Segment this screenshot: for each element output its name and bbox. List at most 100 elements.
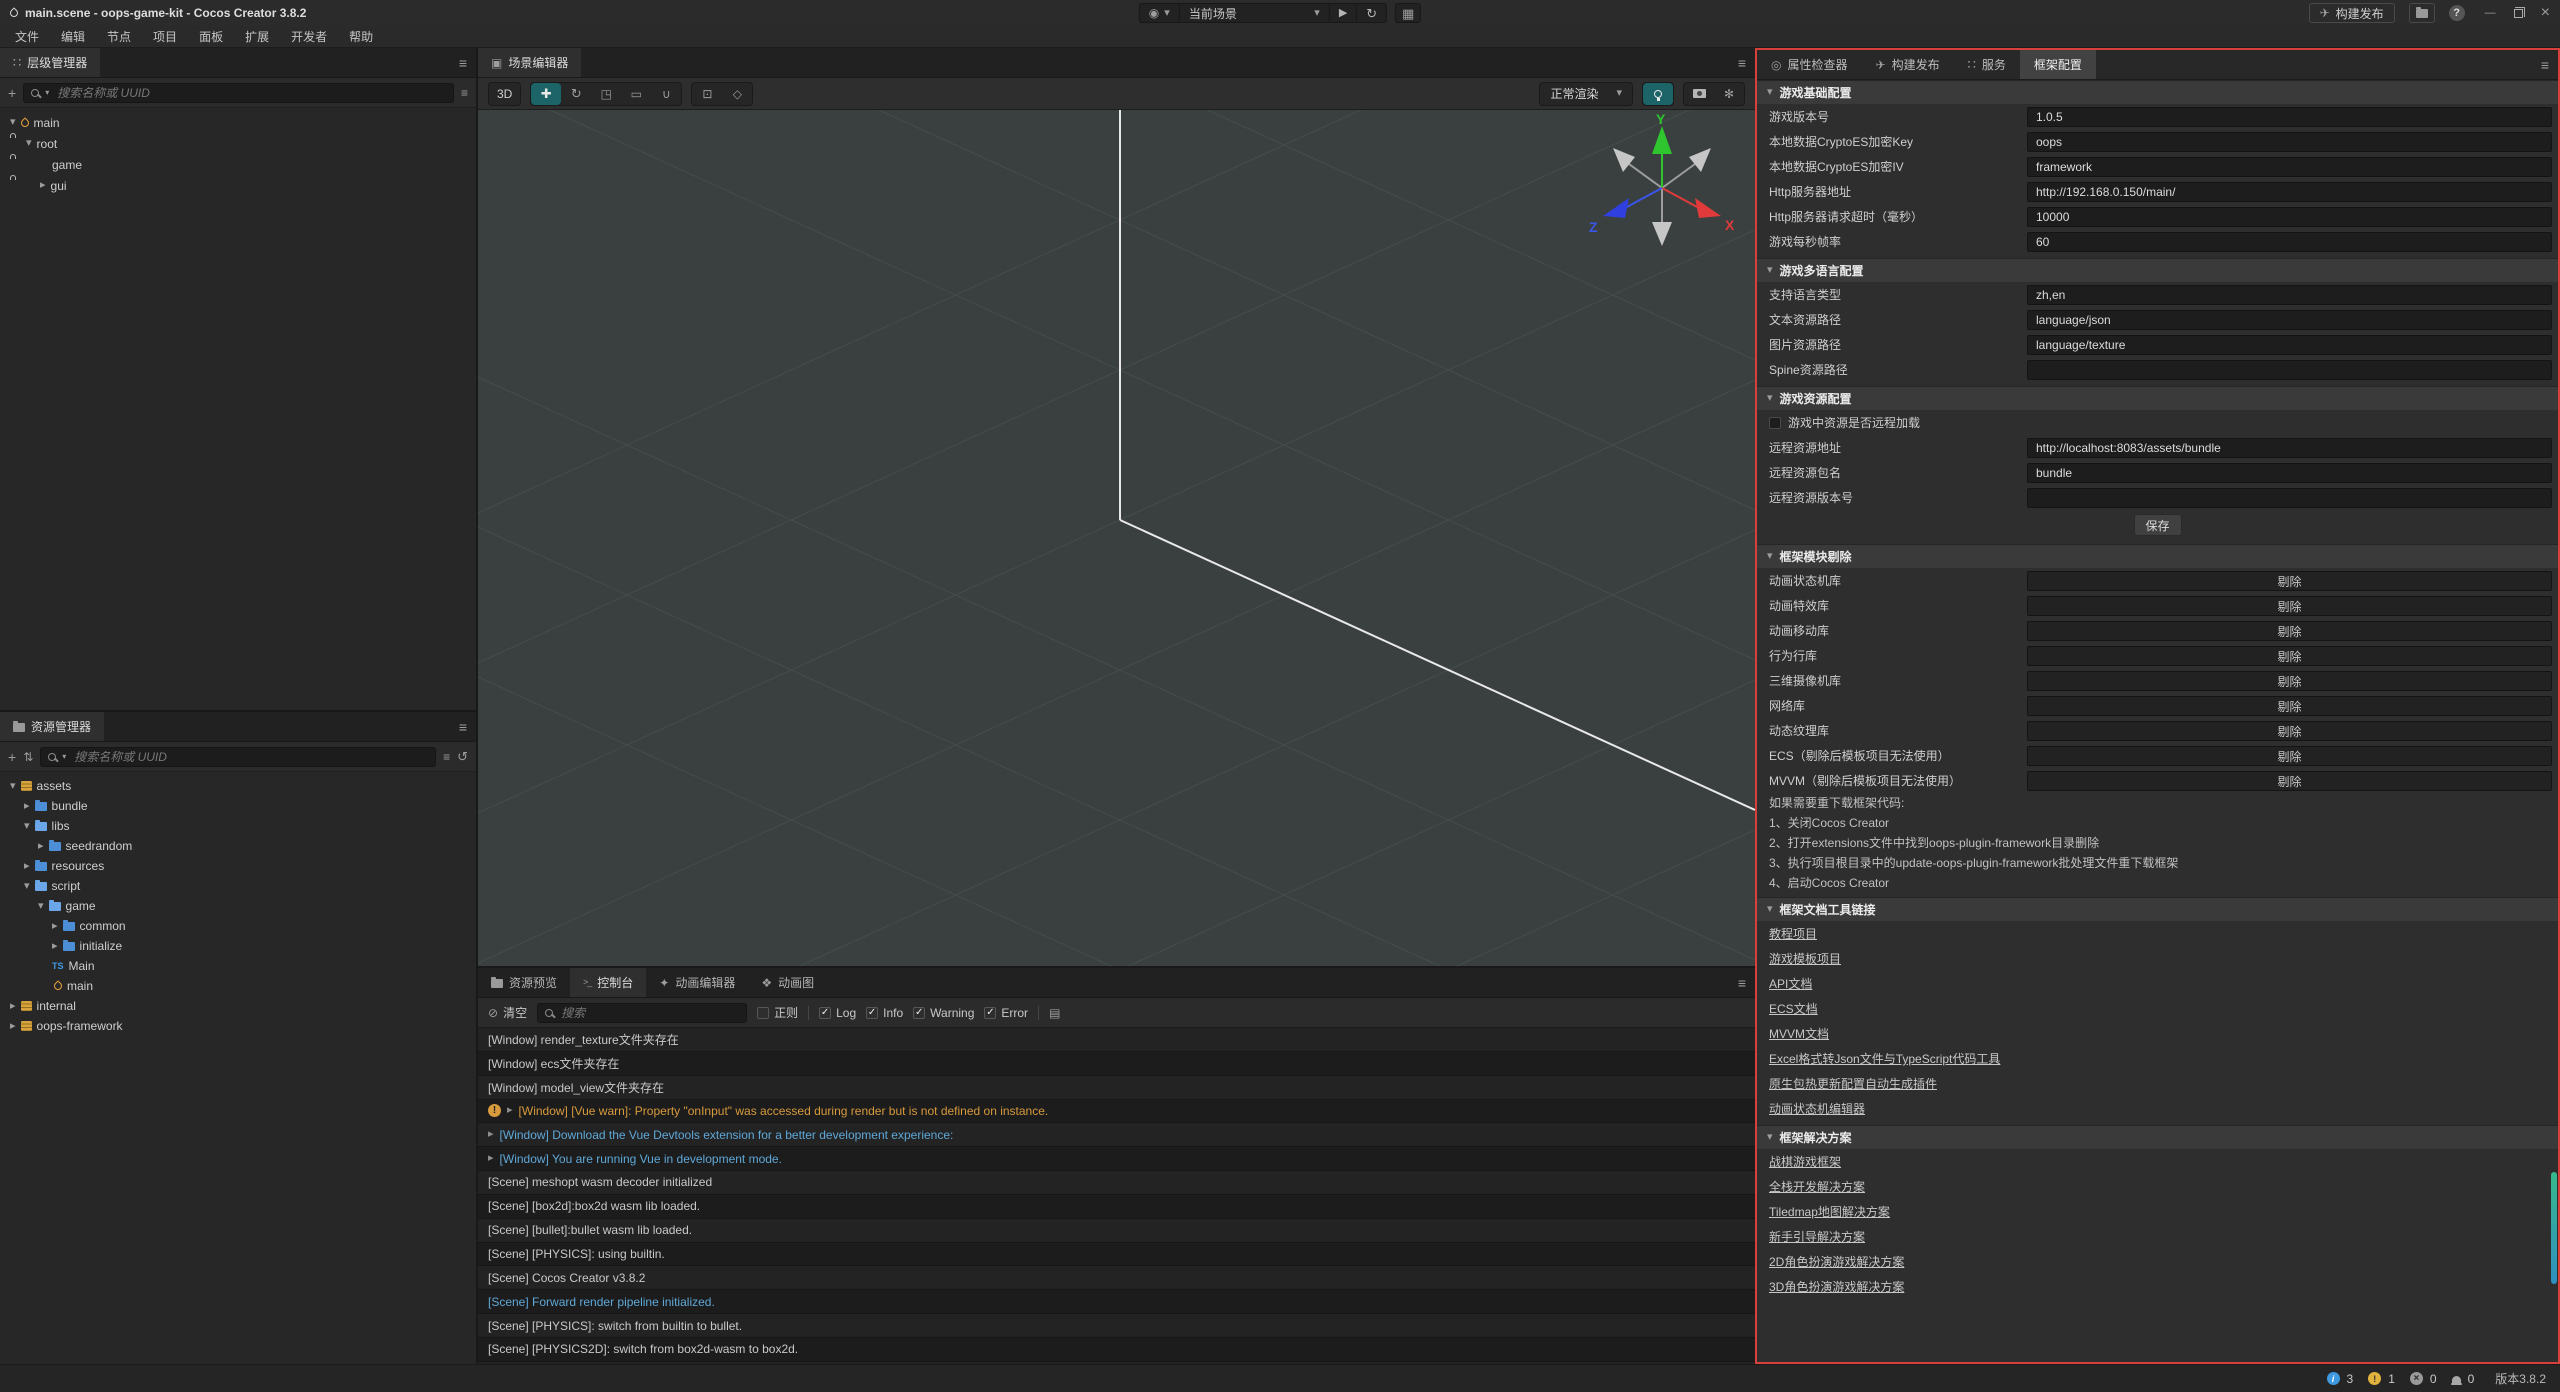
help-button[interactable]: [2449, 5, 2465, 21]
asset-item-resources[interactable]: resources: [0, 856, 476, 876]
field-input-crypto-iv[interactable]: [2027, 157, 2552, 177]
rect-tool-button[interactable]: [621, 83, 651, 105]
expand-caret-icon[interactable]: [507, 1105, 513, 1116]
hierarchy-search-input[interactable]: [23, 83, 454, 103]
axis-gizmo[interactable]: Y X Z: [1577, 110, 1747, 260]
field-input-fps[interactable]: [2027, 232, 2552, 252]
field-input-http-server[interactable]: [2027, 182, 2552, 202]
log-row-warning[interactable]: [Window] [Vue warn]: Property "onInput" …: [478, 1100, 1755, 1124]
filter-info-checkbox[interactable]: Info: [866, 1006, 903, 1020]
log-row[interactable]: [Scene] [box2d]:box2d wasm lib loaded.: [478, 1195, 1755, 1219]
remove-camera-button[interactable]: 剔除: [2027, 671, 2552, 691]
log-row[interactable]: [Window] ecs文件夹存在: [478, 1052, 1755, 1076]
link-ecs-docs[interactable]: ECS文档: [1769, 1000, 1818, 1017]
link-guide-solution[interactable]: 新手引导解决方案: [1769, 1228, 1865, 1245]
tab-property-inspector[interactable]: 属性检查器: [1757, 50, 1862, 79]
hierarchy-node-root[interactable]: root: [0, 133, 476, 154]
link-2d-rpg-solution[interactable]: 2D角色扮演游戏解决方案: [1769, 1253, 1904, 1270]
assets-search-input[interactable]: [40, 747, 436, 767]
bell-icon[interactable]: [2452, 1376, 2461, 1383]
log-row[interactable]: [Scene] [bullet]:bullet wasm lib loaded.: [478, 1219, 1755, 1243]
clear-console-button[interactable]: 清空: [488, 1004, 527, 1021]
tab-animation-graph[interactable]: 动画图: [748, 968, 827, 997]
log-row[interactable]: [Window] model_view文件夹存在: [478, 1076, 1755, 1100]
scene-panel-menu-icon[interactable]: [1738, 56, 1746, 70]
log-row[interactable]: [Scene] [PHYSICS]: switch from builtin t…: [478, 1314, 1755, 1338]
menu-file[interactable]: 文件: [4, 28, 50, 45]
menu-extension[interactable]: 扩展: [234, 28, 280, 45]
warning-count-icon[interactable]: [2368, 1372, 2381, 1385]
tab-framework-config[interactable]: 框架配置: [2020, 50, 2096, 79]
asset-item-main-scene[interactable]: main: [0, 976, 476, 996]
assets-search-field[interactable]: [72, 749, 428, 765]
camera-settings-button[interactable]: [1684, 83, 1714, 105]
rotate-tool-button[interactable]: [561, 83, 591, 105]
anchor-tool-button[interactable]: [651, 83, 681, 105]
hierarchy-search-field[interactable]: [55, 85, 446, 101]
remove-network-button[interactable]: 剔除: [2027, 696, 2552, 716]
tab-build-publish[interactable]: 构建发布: [1862, 50, 1954, 79]
asset-item-game[interactable]: game: [0, 896, 476, 916]
menu-project[interactable]: 项目: [142, 28, 188, 45]
filter-icon[interactable]: [443, 751, 450, 763]
layout-button[interactable]: [1395, 3, 1421, 23]
field-input-texture-path[interactable]: [2027, 335, 2552, 355]
link-tactics-framework[interactable]: 战棋游戏框架: [1769, 1153, 1841, 1170]
filter-icon[interactable]: [461, 87, 468, 99]
field-input-http-timeout[interactable]: [2027, 207, 2552, 227]
remove-behavior-button[interactable]: 剔除: [2027, 646, 2552, 666]
tab-animation-editor[interactable]: 动画编辑器: [646, 968, 748, 997]
remove-tween-button[interactable]: 剔除: [2027, 621, 2552, 641]
expand-caret-icon[interactable]: [488, 1153, 494, 1164]
build-publish-button[interactable]: 构建发布: [2309, 3, 2395, 23]
lighting-toggle-button[interactable]: [1643, 83, 1673, 105]
scene-viewport[interactable]: Y X Z: [478, 110, 1755, 966]
hierarchy-node-main[interactable]: main: [0, 112, 476, 133]
asset-item-oops-framework[interactable]: oops-framework: [0, 1016, 476, 1036]
restore-button[interactable]: [2514, 9, 2523, 18]
log-row[interactable]: [Scene] [PHYSICS2D]: switch from box2d-w…: [478, 1338, 1755, 1362]
log-row[interactable]: [Window] render_texture文件夹存在: [478, 1028, 1755, 1052]
inspector-panel-menu-icon[interactable]: [2541, 58, 2549, 72]
remove-ecs-button[interactable]: 剔除: [2027, 746, 2552, 766]
render-mode-dropdown[interactable]: 正常渲染: [1539, 82, 1633, 106]
tab-assets[interactable]: 资源管理器: [0, 712, 104, 741]
scene-select-dropdown[interactable]: 当前场景: [1180, 4, 1330, 22]
link-fullstack-solution[interactable]: 全栈开发解决方案: [1769, 1178, 1865, 1195]
field-input-game-version[interactable]: [2027, 107, 2552, 127]
add-asset-button[interactable]: [8, 750, 16, 764]
move-tool-button[interactable]: [531, 83, 561, 105]
remote-load-checkbox[interactable]: [1769, 417, 1781, 429]
tab-hierarchy[interactable]: 层级管理器: [0, 48, 100, 77]
remove-effect-button[interactable]: 剔除: [2027, 596, 2552, 616]
link-animator-editor[interactable]: 动画状态机编辑器: [1769, 1100, 1865, 1117]
section-solutions[interactable]: 框架解决方案: [1757, 1125, 2558, 1149]
info-count-icon[interactable]: [2327, 1372, 2340, 1385]
section-game-base-config[interactable]: 游戏基础配置: [1757, 80, 2558, 104]
field-input-languages[interactable]: [2027, 285, 2552, 305]
link-template-project[interactable]: 游戏模板项目: [1769, 950, 1841, 967]
asset-item-main-ts[interactable]: Main: [0, 956, 476, 976]
link-tutorial-project[interactable]: 教程项目: [1769, 925, 1817, 942]
sort-icon[interactable]: [23, 751, 33, 763]
3d-mode-button[interactable]: 3D: [489, 83, 520, 105]
link-3d-rpg-solution[interactable]: 3D角色扮演游戏解决方案: [1769, 1278, 1904, 1295]
preview-target-dropdown[interactable]: [1140, 4, 1180, 22]
hierarchy-panel-menu-icon[interactable]: [459, 56, 467, 70]
filter-warning-checkbox[interactable]: Warning: [913, 1006, 974, 1020]
menu-panel[interactable]: 面板: [188, 28, 234, 45]
filter-log-checkbox[interactable]: Log: [819, 1006, 856, 1020]
log-row[interactable]: [Scene] Cocos Creator v3.8.2: [478, 1266, 1755, 1290]
hierarchy-node-game[interactable]: game: [0, 154, 476, 175]
hierarchy-node-gui[interactable]: gui: [0, 175, 476, 196]
remove-texture-button[interactable]: 剔除: [2027, 721, 2552, 741]
regex-checkbox[interactable]: 正则: [757, 1004, 798, 1021]
save-button[interactable]: 保存: [2134, 514, 2182, 536]
link-tiledmap-solution[interactable]: Tiledmap地图解决方案: [1769, 1203, 1890, 1220]
minimize-button[interactable]: [2485, 8, 2496, 19]
asset-item-script[interactable]: script: [0, 876, 476, 896]
field-input-remote-url[interactable]: [2027, 438, 2552, 458]
scale-tool-button[interactable]: [591, 83, 621, 105]
log-row[interactable]: [Scene] [PHYSICS]: using builtin.: [478, 1243, 1755, 1267]
add-node-button[interactable]: [8, 86, 16, 100]
